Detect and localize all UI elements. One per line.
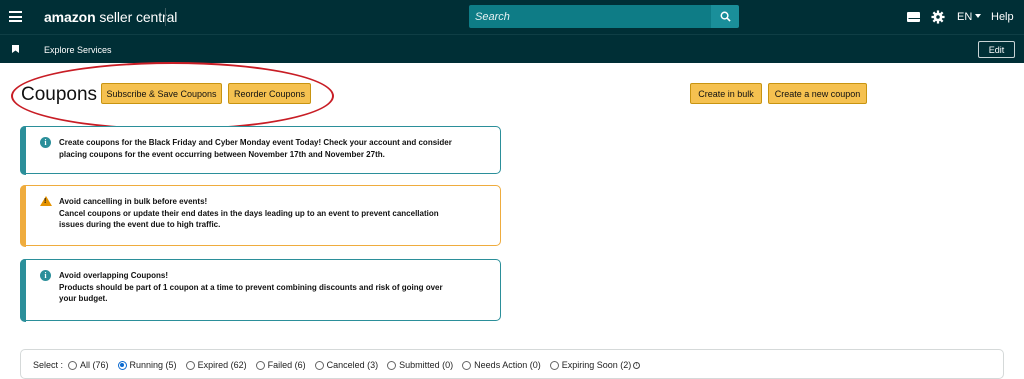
sub-navigation: Explore Services Edit [0,34,1024,63]
mail-icon[interactable] [907,12,921,22]
info-icon: i [40,270,51,281]
alert-text: Avoid overlapping Coupons! [59,271,169,280]
alert-text: Create coupons for the Black Friday and … [59,138,452,147]
top-header: amazon seller central EN Help [0,0,1024,34]
gear-icon[interactable] [931,10,945,24]
alert-text: Cancel coupons or update their end dates… [59,208,439,218]
alert-overlapping-coupons: i Avoid overlapping Coupons! Products sh… [19,258,501,322]
radio-button[interactable] [255,360,265,370]
subscribe-save-coupons-button[interactable]: Subscribe & Save Coupons [101,83,222,104]
header-divider [165,8,166,26]
alert-black-friday: i Create coupons for the Black Friday an… [19,125,501,175]
explore-services-link[interactable]: Explore Services [44,45,112,55]
radio-button[interactable] [185,360,195,370]
search-button[interactable] [711,5,739,28]
alert-text: issues during the event due to high traf… [59,220,221,229]
create-in-bulk-button[interactable]: Create in bulk [690,83,762,104]
radio-button[interactable] [314,360,324,370]
search-box[interactable] [469,5,711,28]
info-icon[interactable]: i [633,361,641,369]
coupon-status-filter: Select : All (76) Running (5) Expired (6… [20,349,1004,379]
radio-button[interactable] [117,360,127,370]
help-link[interactable]: Help [991,11,1014,23]
create-new-coupon-button[interactable]: Create a new coupon [768,83,867,104]
search-input[interactable] [469,5,711,28]
bookmark-icon[interactable] [12,45,19,53]
page-title: Coupons [21,84,98,105]
alert-text: Avoid cancelling in bulk before events! [59,197,208,206]
warning-icon: ! [40,196,52,206]
alert-text: Products should be part of 1 coupon at a… [59,282,443,292]
search-icon [720,11,731,22]
language-selector[interactable]: EN [957,11,982,23]
amazon-seller-central-logo[interactable]: amazon seller central [44,9,177,25]
info-icon: i [40,137,51,148]
radio-button[interactable] [462,360,472,370]
radio-button[interactable] [68,360,78,370]
alert-text: your budget. [59,294,108,303]
chevron-down-icon [975,14,982,18]
hamburger-menu-icon[interactable] [9,11,22,22]
radio-button[interactable] [387,360,397,370]
edit-button[interactable]: Edit [978,41,1015,58]
reorder-coupons-button[interactable]: Reorder Coupons [228,83,311,104]
alert-text: placing coupons for the event occurring … [59,149,385,159]
alert-cancelling-bulk: ! Avoid cancelling in bulk before events… [19,184,501,247]
radio-button[interactable] [549,360,559,370]
